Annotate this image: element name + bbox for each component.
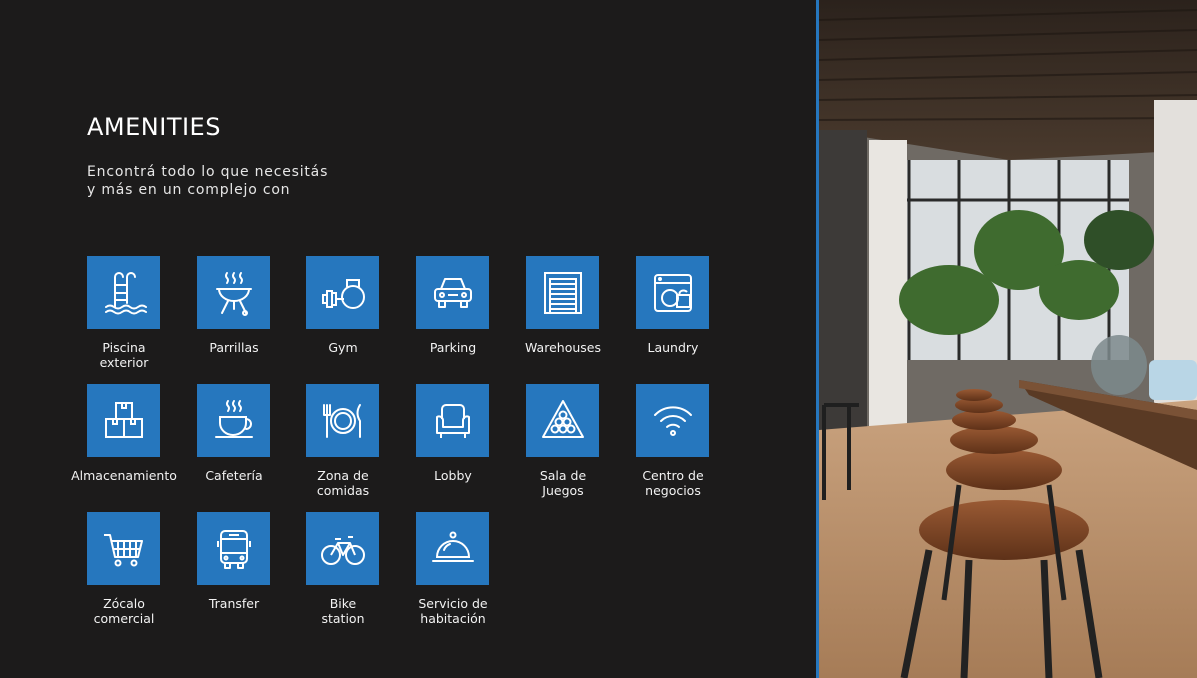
amenity-label: Servicio de habitación xyxy=(418,596,488,626)
room-service-cloche-icon xyxy=(416,512,489,585)
subtitle-line-1: Encontrá todo lo que necesitás xyxy=(87,164,329,180)
amenity-label: Laundry xyxy=(647,340,699,355)
page-title: AMENITIES xyxy=(87,113,221,141)
amenity-business-center: Centro de negocios xyxy=(604,384,734,498)
grill-icon xyxy=(197,256,270,329)
amenities-panel: AMENITIES Encontrá todo lo que necesitás… xyxy=(0,0,817,678)
shopping-cart-icon xyxy=(87,512,160,585)
bicycle-icon xyxy=(306,512,379,585)
billiard-triangle-icon xyxy=(526,384,599,457)
car-icon xyxy=(416,256,489,329)
plate-cutlery-icon xyxy=(306,384,379,457)
pool-ladder-icon xyxy=(87,256,160,329)
armchair-icon xyxy=(416,384,489,457)
subtitle-line-2: y más en un complejo con xyxy=(87,182,291,198)
washing-machine-icon xyxy=(636,256,709,329)
amenity-room-service: Servicio de habitación xyxy=(384,512,514,626)
bus-icon xyxy=(197,512,270,585)
page-subtitle: Encontrá todo lo que necesitás y más en … xyxy=(87,163,387,199)
warehouse-door-icon xyxy=(526,256,599,329)
amenity-label: Centro de negocios xyxy=(642,468,704,498)
coffee-cup-icon xyxy=(197,384,270,457)
dumbbell-kettlebell-icon xyxy=(306,256,379,329)
wifi-icon xyxy=(636,384,709,457)
boxes-icon xyxy=(87,384,160,457)
restaurant-photo xyxy=(819,0,1197,678)
amenity-laundry: Laundry xyxy=(604,256,734,366)
